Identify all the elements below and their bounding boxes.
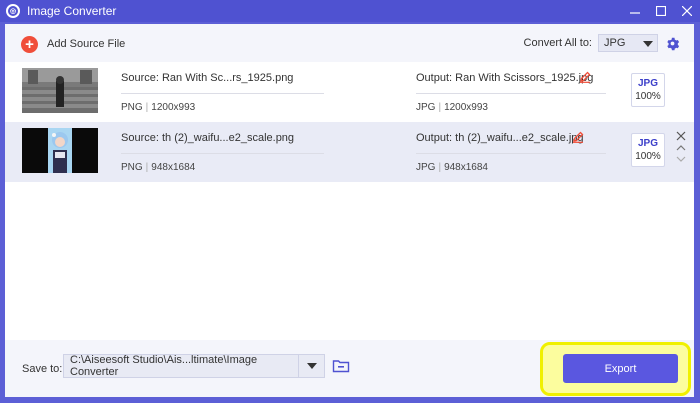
close-icon[interactable] <box>674 0 700 22</box>
toolbar: + Add Source File Convert All to: JPG <box>5 24 694 62</box>
source-meta: PNG | 1200x993 <box>121 102 196 113</box>
file-thumbnail <box>22 68 98 113</box>
chevron-up-icon[interactable] <box>675 142 687 154</box>
output-format: JPG <box>416 102 436 113</box>
save-path-select[interactable]: C:\Aiseesoft Studio\Ais...ltimate\Image … <box>63 354 325 378</box>
badge-format: JPG <box>637 138 658 149</box>
add-source-file-label: Add Source File <box>47 38 126 50</box>
file-list: Source: Ran With Sc...rs_1925.png PNG | 12… <box>5 62 694 340</box>
file-thumbnail <box>22 128 98 173</box>
divider <box>121 153 324 154</box>
output-filename: Output: Ran With Scissors_1925.jpg <box>416 72 594 84</box>
convert-all-format-select[interactable]: JPG <box>598 34 658 52</box>
output-format-badge[interactable]: JPG 100% <box>631 133 665 167</box>
folder-icon[interactable] <box>332 357 350 375</box>
badge-quality: 100% <box>635 151 661 162</box>
edit-pencil-icon[interactable] <box>572 131 584 143</box>
chevron-down-icon <box>307 363 318 369</box>
minimize-icon[interactable] <box>622 0 648 22</box>
format-select-value: JPG <box>604 37 626 49</box>
file-row[interactable]: Source: th (2)_waifu...e2_scale.png PNG |… <box>5 122 694 182</box>
output-filename: Output: th (2)_waifu...e2_scale.jpg <box>416 132 584 144</box>
convert-all-label: Convert All to: <box>523 37 592 49</box>
badge-format: JPG <box>637 78 658 89</box>
export-button[interactable]: Export <box>563 354 678 383</box>
output-meta: JPG | 948x1684 <box>416 162 488 173</box>
output-format: JPG <box>416 162 436 173</box>
divider <box>416 93 606 94</box>
source-size: 948x1684 <box>151 162 196 173</box>
main-panel: + Add Source File Convert All to: JPG So… <box>5 24 694 397</box>
maximize-icon[interactable] <box>648 0 674 22</box>
edit-pencil-icon[interactable] <box>579 71 591 83</box>
divider <box>121 93 324 94</box>
divider <box>416 153 606 154</box>
source-filename: Source: Ran With Sc...rs_1925.png <box>121 72 294 84</box>
save-path-value: C:\Aiseesoft Studio\Ais...ltimate\Image … <box>70 354 258 378</box>
output-size: 948x1684 <box>444 162 488 173</box>
output-meta: JPG | 1200x993 <box>416 102 488 113</box>
gear-icon[interactable] <box>665 36 680 51</box>
convert-all-group: Convert All to: JPG <box>524 34 658 52</box>
source-size: 1200x993 <box>151 102 196 113</box>
chevron-down-icon <box>643 41 653 47</box>
bottom-bar: Save to: C:\Aiseesoft Studio\Ais...ltima… <box>5 340 694 397</box>
window-controls <box>622 0 700 22</box>
path-dropdown-button[interactable] <box>298 355 324 377</box>
app-logo-icon: ◎ <box>6 4 20 18</box>
chevron-down-icon[interactable] <box>675 154 687 166</box>
file-row[interactable]: Source: Ran With Sc...rs_1925.png PNG | 12… <box>5 62 694 122</box>
plus-icon: + <box>21 35 38 53</box>
window-title: Image Converter <box>27 4 117 18</box>
save-to-label: Save to: <box>22 363 63 375</box>
source-format: PNG <box>121 162 143 173</box>
output-size: 1200x993 <box>444 102 488 113</box>
remove-x-icon[interactable] <box>675 130 687 142</box>
output-format-badge[interactable]: JPG 100% <box>631 73 665 107</box>
source-format: PNG <box>121 102 143 113</box>
add-source-file-button[interactable]: + Add Source File <box>21 35 125 53</box>
title-bar: ◎ Image Converter <box>0 0 700 22</box>
source-filename: Source: th (2)_waifu...e2_scale.png <box>121 132 295 144</box>
row-controls <box>675 130 687 166</box>
source-meta: PNG | 948x1684 <box>121 162 196 173</box>
badge-quality: 100% <box>635 91 661 102</box>
